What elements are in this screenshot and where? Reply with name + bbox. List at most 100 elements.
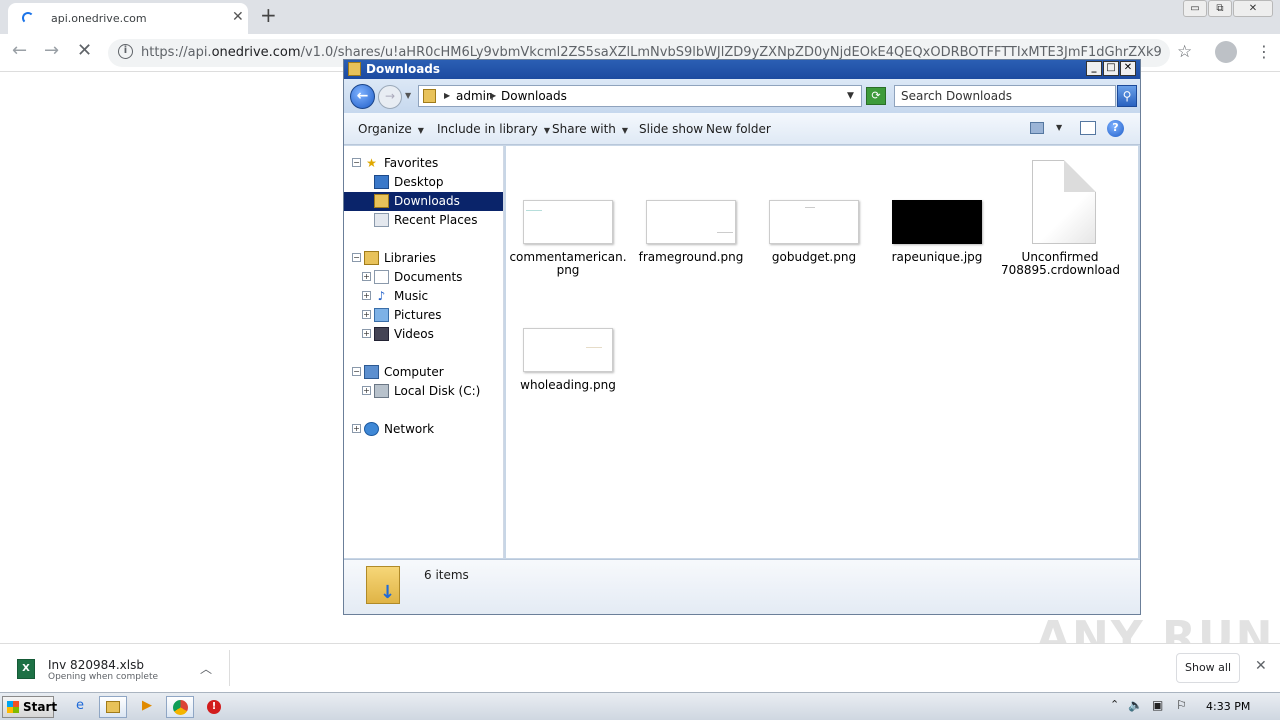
chrome-taskbar-icon[interactable]	[166, 696, 194, 718]
help-icon[interactable]: ?	[1107, 120, 1124, 137]
expand-icon[interactable]: +	[362, 329, 371, 338]
breadcrumb-arrow-icon[interactable]: ▶	[490, 91, 496, 100]
include-in-library-menu[interactable]: Include in library ▼	[437, 122, 550, 136]
back-arrow-icon[interactable]: ←	[12, 40, 27, 61]
nav-recent-places[interactable]: Recent Places	[344, 211, 503, 230]
image-thumbnail	[523, 328, 613, 372]
preview-pane-icon[interactable]	[1080, 121, 1096, 135]
minimize-window-button[interactable]: ▭	[1183, 0, 1207, 17]
chevron-down-icon: ▼	[621, 126, 629, 135]
collapse-icon[interactable]: −	[352, 367, 361, 376]
search-input[interactable]: Search Downloads	[894, 85, 1116, 107]
nav-desktop-label: Desktop	[394, 175, 444, 189]
nav-pictures-label: Pictures	[394, 308, 442, 322]
nav-computer-label: Computer	[384, 365, 444, 379]
organize-menu[interactable]: Organize ▼	[358, 122, 424, 136]
explorer-minimize-button[interactable]: _	[1086, 61, 1102, 76]
slide-show-button[interactable]: Slide show	[639, 122, 703, 136]
expand-icon[interactable]: +	[362, 310, 371, 319]
download-arrow-icon: ↓	[380, 582, 396, 603]
expand-icon[interactable]: +	[362, 272, 371, 281]
view-dropdown-icon[interactable]: ▼	[1056, 123, 1062, 132]
volume-icon[interactable]: 🔈	[1128, 698, 1143, 712]
breadcrumb-admin[interactable]: admin	[456, 89, 494, 103]
download-file-name[interactable]: Inv 820984.xlsb	[48, 658, 144, 672]
explorer-address-bar[interactable]: ▶ admin ▶ Downloads ▼	[418, 85, 862, 107]
file-name: gobudget.png	[771, 250, 857, 264]
nav-pictures[interactable]: + Pictures	[344, 306, 503, 325]
nav-desktop[interactable]: Desktop	[344, 173, 503, 192]
show-all-button[interactable]: Show all	[1176, 653, 1240, 683]
nav-network[interactable]: + Network	[344, 420, 503, 439]
stop-sign-icon[interactable]: !	[200, 696, 228, 718]
nav-computer[interactable]: − Computer	[344, 363, 503, 382]
expand-icon[interactable]: +	[352, 424, 361, 433]
new-folder-button[interactable]: New folder	[706, 122, 771, 136]
expand-icon[interactable]: +	[362, 291, 371, 300]
nav-videos[interactable]: + Videos	[344, 325, 503, 344]
change-view-icon[interactable]	[1030, 122, 1044, 134]
browser-tab[interactable]: api.onedrive.com ✕	[8, 3, 248, 34]
nav-videos-label: Videos	[394, 327, 434, 341]
internet-explorer-icon[interactable]: e	[66, 696, 94, 718]
kebab-menu-icon[interactable]: ⋮	[1256, 42, 1272, 61]
explorer-title-bar[interactable]: Downloads _ □ ✕	[344, 60, 1140, 79]
address-dropdown-icon[interactable]: ▼	[847, 91, 854, 101]
profile-avatar-icon[interactable]	[1215, 41, 1237, 63]
explorer-taskbar-icon[interactable]	[99, 696, 127, 718]
url-text[interactable]: https://api.onedrive.com/v1.0/shares/u!a…	[141, 45, 1161, 60]
breadcrumb-downloads[interactable]: Downloads	[501, 89, 567, 103]
stop-loading-icon[interactable]: ✕	[77, 40, 92, 61]
start-button[interactable]: Start	[2, 696, 57, 718]
explorer-back-button[interactable]: ←	[350, 84, 375, 109]
nav-favorites[interactable]: − ★ Favorites	[344, 154, 503, 173]
taskbar-clock[interactable]: 4:33 PM	[1206, 700, 1250, 713]
system-tray: ⌃ 🔈 ▣ ⚐	[1106, 696, 1276, 718]
explorer-window: Downloads _ □ ✕ ← → ▼ ▶ admin ▶ Download…	[343, 59, 1141, 615]
action-center-flag-icon[interactable]: ⚐	[1176, 698, 1187, 712]
collapse-icon[interactable]: −	[352, 253, 361, 262]
nav-local-disk[interactable]: + Local Disk (C:)	[344, 382, 503, 401]
tab-close-icon[interactable]: ✕	[232, 9, 244, 25]
breadcrumb-arrow-icon[interactable]: ▶	[444, 91, 450, 100]
thumbnail-mark	[586, 347, 602, 348]
share-with-menu[interactable]: Share with ▼	[552, 122, 628, 136]
explorer-close-button[interactable]: ✕	[1120, 61, 1136, 76]
tray-expand-icon[interactable]: ⌃	[1110, 698, 1119, 711]
chevron-down-icon: ▼	[417, 126, 424, 135]
network-status-icon[interactable]: ▣	[1152, 698, 1163, 712]
file-name: rapeunique.jpg	[891, 250, 983, 264]
media-player-icon[interactable]: ▶	[133, 696, 161, 718]
search-icon[interactable]: ⚲	[1117, 85, 1137, 107]
bookmark-star-icon[interactable]: ☆	[1177, 42, 1192, 62]
close-window-button[interactable]: ✕	[1233, 0, 1273, 17]
url-path: /v1.0/shares/u!aHR0cHM6Ly9vbmVkcml2ZS5sa…	[300, 45, 1161, 60]
computer-icon	[364, 365, 379, 379]
page-fold-icon	[1064, 160, 1096, 192]
expand-icon[interactable]: +	[362, 386, 371, 395]
thumbnail-mark	[526, 210, 542, 211]
thumbnail-mark	[805, 207, 815, 208]
site-info-icon[interactable]: i	[118, 44, 133, 59]
chevron-up-icon[interactable]: ︿	[200, 660, 212, 677]
new-tab-button[interactable]: +	[260, 3, 277, 27]
explorer-forward-button[interactable]: →	[378, 85, 402, 109]
file-name: frameground.png	[638, 250, 744, 264]
url-host: onedrive.com	[211, 45, 301, 60]
history-dropdown-icon[interactable]: ▼	[405, 91, 411, 100]
collapse-icon[interactable]: −	[352, 158, 361, 167]
close-icon[interactable]: ✕	[1255, 658, 1267, 674]
nav-libraries[interactable]: − Libraries	[344, 249, 503, 268]
refresh-icon[interactable]: ⟳	[866, 87, 886, 105]
nav-music[interactable]: + ♪ Music	[344, 287, 503, 306]
restore-window-button[interactable]: ⧉	[1208, 0, 1232, 17]
forward-arrow-icon[interactable]: →	[44, 40, 59, 61]
nav-documents[interactable]: + Documents	[344, 268, 503, 287]
nav-downloads[interactable]: Downloads	[344, 192, 503, 211]
libraries-icon	[364, 251, 379, 265]
videos-icon	[374, 327, 389, 341]
image-thumbnail	[769, 200, 859, 244]
blank-document-icon	[1032, 160, 1096, 244]
taskbar: Start e ▶ ! ⌃ 🔈 ▣ ⚐ 4:33 PM	[0, 692, 1280, 720]
explorer-maximize-button[interactable]: □	[1103, 61, 1119, 76]
